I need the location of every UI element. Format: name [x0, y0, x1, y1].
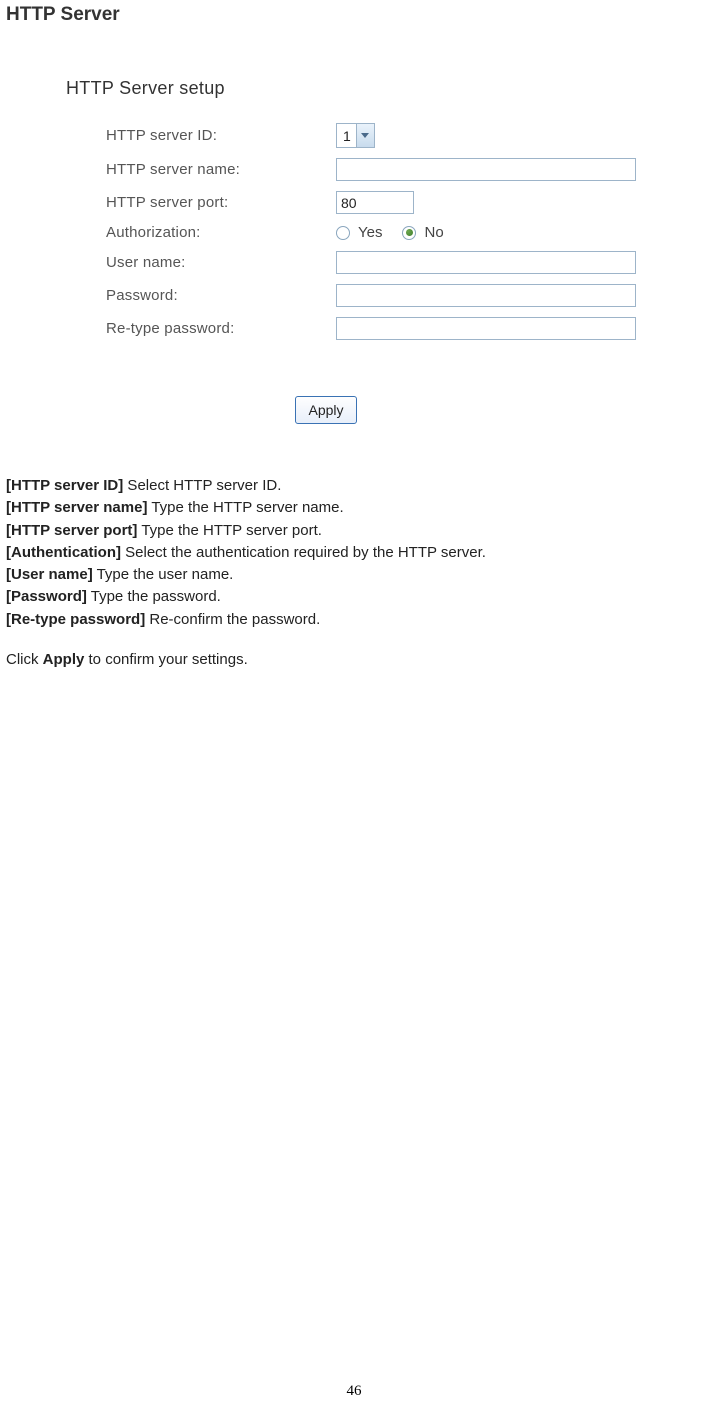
password-input[interactable]: [336, 284, 636, 307]
row-server-port: HTTP server port:: [66, 191, 666, 214]
apply-wrap: Apply: [66, 396, 546, 424]
desc-retype-password: [Re-type password] Re-confirm the passwo…: [6, 610, 702, 630]
label-retype-password: Re-type password:: [106, 320, 336, 337]
server-name-input[interactable]: [336, 158, 636, 181]
desc-text: Type the HTTP server name.: [147, 499, 343, 516]
label-server-name: HTTP server name:: [106, 161, 336, 178]
desc-label: [User name]: [6, 566, 93, 583]
chevron-down-icon[interactable]: [356, 124, 374, 147]
desc-password: [Password] Type the password.: [6, 587, 702, 607]
desc-label: [Re-type password]: [6, 611, 145, 628]
apply-button[interactable]: Apply: [295, 396, 356, 424]
desc-text: Type the HTTP server port.: [137, 522, 322, 539]
http-server-panel: HTTP Server setup HTTP server ID: 1 HTTP…: [66, 78, 666, 424]
desc-label: [Authentication]: [6, 544, 121, 561]
authorization-radio-group: Yes No: [336, 224, 444, 241]
desc-server-port: [HTTP server port] Type the HTTP server …: [6, 521, 702, 541]
apply-note-bold: Apply: [43, 651, 85, 668]
descriptions: [HTTP server ID] Select HTTP server ID. …: [6, 476, 702, 670]
label-authorization: Authorization:: [106, 224, 336, 241]
desc-text: Select the authentication required by th…: [121, 544, 486, 561]
apply-note-pre: Click: [6, 651, 43, 668]
desc-user-name: [User name] Type the user name.: [6, 565, 702, 585]
desc-text: Type the user name.: [93, 566, 234, 583]
row-server-name: HTTP server name:: [66, 158, 666, 181]
desc-label: [Password]: [6, 588, 87, 605]
server-id-select[interactable]: 1: [336, 123, 375, 148]
desc-text: Type the password.: [87, 588, 221, 605]
label-server-port: HTTP server port:: [106, 194, 336, 211]
desc-authentication: [Authentication] Select the authenticati…: [6, 543, 702, 563]
desc-text: Select HTTP server ID.: [123, 477, 281, 494]
apply-note-post: to confirm your settings.: [84, 651, 247, 668]
user-name-input[interactable]: [336, 251, 636, 274]
desc-label: [HTTP server name]: [6, 499, 147, 516]
desc-server-name: [HTTP server name] Type the HTTP server …: [6, 498, 702, 518]
row-authorization: Authorization: Yes No: [66, 224, 666, 241]
row-server-id: HTTP server ID: 1: [66, 123, 666, 148]
apply-note: Click Apply to confirm your settings.: [6, 650, 702, 670]
desc-label: [HTTP server ID]: [6, 477, 123, 494]
retype-password-input[interactable]: [336, 317, 636, 340]
auth-yes-radio[interactable]: [336, 226, 350, 240]
row-user-name: User name:: [66, 251, 666, 274]
label-user-name: User name:: [106, 254, 336, 271]
page-title: HTTP Server: [6, 4, 702, 26]
row-password: Password:: [66, 284, 666, 307]
server-port-input[interactable]: [336, 191, 414, 214]
desc-label: [HTTP server port]: [6, 522, 137, 539]
row-retype-password: Re-type password:: [66, 317, 666, 340]
page-number: 46: [347, 1383, 362, 1400]
desc-server-id: [HTTP server ID] Select HTTP server ID.: [6, 476, 702, 496]
server-id-value: 1: [337, 128, 356, 144]
label-password: Password:: [106, 287, 336, 304]
panel-heading: HTTP Server setup: [66, 78, 666, 99]
auth-yes-label: Yes: [358, 224, 382, 241]
auth-no-label: No: [424, 224, 443, 241]
auth-no-radio[interactable]: [402, 226, 416, 240]
label-server-id: HTTP server ID:: [106, 127, 336, 144]
desc-text: Re-confirm the password.: [145, 611, 320, 628]
